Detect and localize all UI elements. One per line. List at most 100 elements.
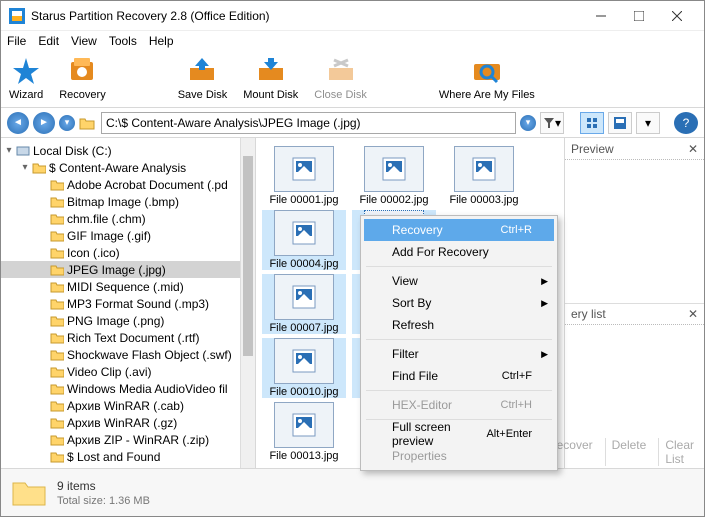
ctx-filter[interactable]: Filter▶ xyxy=(364,343,554,365)
menu-tools[interactable]: Tools xyxy=(109,34,137,48)
view-options-button[interactable]: ▾ xyxy=(636,112,660,134)
tree-root[interactable]: ▾ Local Disk (C:) xyxy=(1,142,255,159)
ctx-add-recovery[interactable]: Add For Recovery xyxy=(364,241,554,263)
file-item[interactable]: File 00010.jpg xyxy=(262,338,346,398)
address-bar: ◄ ► ▾ ▾ ▾ ▾ ? xyxy=(1,108,704,138)
tree-item[interactable]: MIDI Sequence (.mid) xyxy=(1,278,255,295)
menu-view[interactable]: View xyxy=(71,34,97,48)
menu-help[interactable]: Help xyxy=(149,34,174,48)
file-thumb-icon xyxy=(454,146,514,192)
preview-close-button[interactable]: ✕ xyxy=(688,142,698,156)
disk-icon xyxy=(15,144,31,158)
file-name: File 00013.jpg xyxy=(269,450,338,462)
folder-icon xyxy=(49,280,65,294)
nav-dropdown-button[interactable]: ▾ xyxy=(59,115,75,131)
folder-icon xyxy=(49,178,65,192)
folder-icon xyxy=(49,314,65,328)
tool-recovery[interactable]: Recovery xyxy=(59,55,105,101)
address-input[interactable] xyxy=(101,112,516,134)
ctx-recovery[interactable]: RecoveryCtrl+R xyxy=(364,219,554,241)
status-size: Total size: 1.36 MB xyxy=(57,495,150,507)
tree-item[interactable]: Video Clip (.avi) xyxy=(1,363,255,380)
filter-button[interactable]: ▾ xyxy=(540,112,564,134)
tree-item[interactable]: Rich Text Document (.rtf) xyxy=(1,329,255,346)
save-disk-icon xyxy=(186,55,218,87)
file-name: File 00001.jpg xyxy=(269,194,338,206)
file-thumb-icon xyxy=(274,338,334,384)
file-item[interactable]: File 00004.jpg xyxy=(262,210,346,270)
file-item[interactable]: File 00007.jpg xyxy=(262,274,346,334)
tree-item[interactable]: Архив ZIP - WinRAR (.zip) xyxy=(1,431,255,448)
file-item[interactable]: File 00001.jpg xyxy=(262,146,346,206)
ctx-refresh[interactable]: Refresh xyxy=(364,314,554,336)
tree-item[interactable]: $ Lost and Found xyxy=(1,448,255,465)
folder-icon xyxy=(79,116,95,130)
tree-item[interactable]: GIF Image (.gif) xyxy=(1,227,255,244)
file-name: File 00010.jpg xyxy=(269,386,338,398)
tool-where-files[interactable]: Where Are My Files xyxy=(439,55,535,101)
folder-icon xyxy=(49,229,65,243)
preview-panel-header: Preview ✕ xyxy=(565,138,704,160)
context-menu: RecoveryCtrl+R Add For Recovery View▶ So… xyxy=(360,215,558,471)
file-name: File 00004.jpg xyxy=(269,258,338,270)
menu-file[interactable]: File xyxy=(7,34,26,48)
folder-icon xyxy=(49,399,65,413)
ctx-fullscreen-preview[interactable]: Full screen previewAlt+Enter xyxy=(364,423,554,445)
file-item[interactable]: File 00013.jpg xyxy=(262,402,346,462)
recovery-list-close-button[interactable]: ✕ xyxy=(688,307,698,321)
ctx-view[interactable]: View▶ xyxy=(364,270,554,292)
folder-icon xyxy=(49,416,65,430)
tree-item[interactable]: Windows Media AudioVideo fil xyxy=(1,380,255,397)
ctx-hex-editor: HEX-EditorCtrl+H xyxy=(364,394,554,416)
main-area: ▾ Local Disk (C:) ▾ $ Content-Aware Anal… xyxy=(1,138,704,468)
file-name: File 00007.jpg xyxy=(269,322,338,334)
file-item[interactable]: File 00003.jpg xyxy=(442,146,526,206)
status-folder-icon xyxy=(11,477,47,509)
tool-mount-disk[interactable]: Mount Disk xyxy=(243,55,298,101)
tree-analysis[interactable]: ▾ $ Content-Aware Analysis xyxy=(1,159,255,176)
folder-icon xyxy=(49,212,65,226)
delete-button[interactable]: Delete xyxy=(605,438,653,466)
clear-list-button[interactable]: Clear List xyxy=(658,438,700,466)
tree-item[interactable]: JPEG Image (.jpg) xyxy=(1,261,255,278)
folder-icon xyxy=(49,433,65,447)
folder-icon xyxy=(31,161,47,175)
tree-item[interactable]: MP3 Format Sound (.mp3) xyxy=(1,295,255,312)
tool-save-disk[interactable]: Save Disk xyxy=(178,55,228,101)
status-items: 9 items xyxy=(57,479,150,493)
file-thumb-icon xyxy=(274,210,334,256)
help-button[interactable]: ? xyxy=(674,112,698,134)
tree-item[interactable]: Shockwave Flash Object (.swf) xyxy=(1,346,255,363)
ctx-find-file[interactable]: Find FileCtrl+F xyxy=(364,365,554,387)
tool-wizard[interactable]: Wizard xyxy=(9,55,43,101)
file-thumb-icon xyxy=(274,402,334,448)
tree-item[interactable]: Bitmap Image (.bmp) xyxy=(1,193,255,210)
tool-close-disk: Close Disk xyxy=(314,55,367,101)
close-button[interactable] xyxy=(658,2,696,30)
toolbar: Wizard Recovery Save Disk Mount Disk Clo… xyxy=(1,51,704,108)
nav-back-button[interactable]: ◄ xyxy=(7,112,29,134)
nav-forward-button[interactable]: ► xyxy=(33,112,55,134)
maximize-button[interactable] xyxy=(620,2,658,30)
file-thumb-icon xyxy=(364,146,424,192)
file-item[interactable]: File 00002.jpg xyxy=(352,146,436,206)
tree-item[interactable]: chm.file (.chm) xyxy=(1,210,255,227)
menu-edit[interactable]: Edit xyxy=(38,34,59,48)
view-save-button[interactable] xyxy=(608,112,632,134)
folder-icon xyxy=(49,348,65,362)
tree-scrollbar[interactable] xyxy=(240,138,255,468)
folder-icon xyxy=(49,246,65,260)
folder-tree[interactable]: ▾ Local Disk (C:) ▾ $ Content-Aware Anal… xyxy=(1,138,256,468)
minimize-button[interactable] xyxy=(582,2,620,30)
address-dropdown[interactable]: ▾ xyxy=(520,115,536,131)
view-icons-button[interactable] xyxy=(580,112,604,134)
folder-icon xyxy=(49,365,65,379)
tree-item[interactable]: Icon (.ico) xyxy=(1,244,255,261)
tree-item[interactable]: Adobe Acrobat Document (.pd xyxy=(1,176,255,193)
recovery-list-header: ery list ✕ xyxy=(565,303,704,325)
menubar: File Edit View Tools Help xyxy=(1,31,704,51)
ctx-sort-by[interactable]: Sort By▶ xyxy=(364,292,554,314)
tree-item[interactable]: PNG Image (.png) xyxy=(1,312,255,329)
tree-item[interactable]: Архив WinRAR (.cab) xyxy=(1,397,255,414)
tree-item[interactable]: Архив WinRAR (.gz) xyxy=(1,414,255,431)
